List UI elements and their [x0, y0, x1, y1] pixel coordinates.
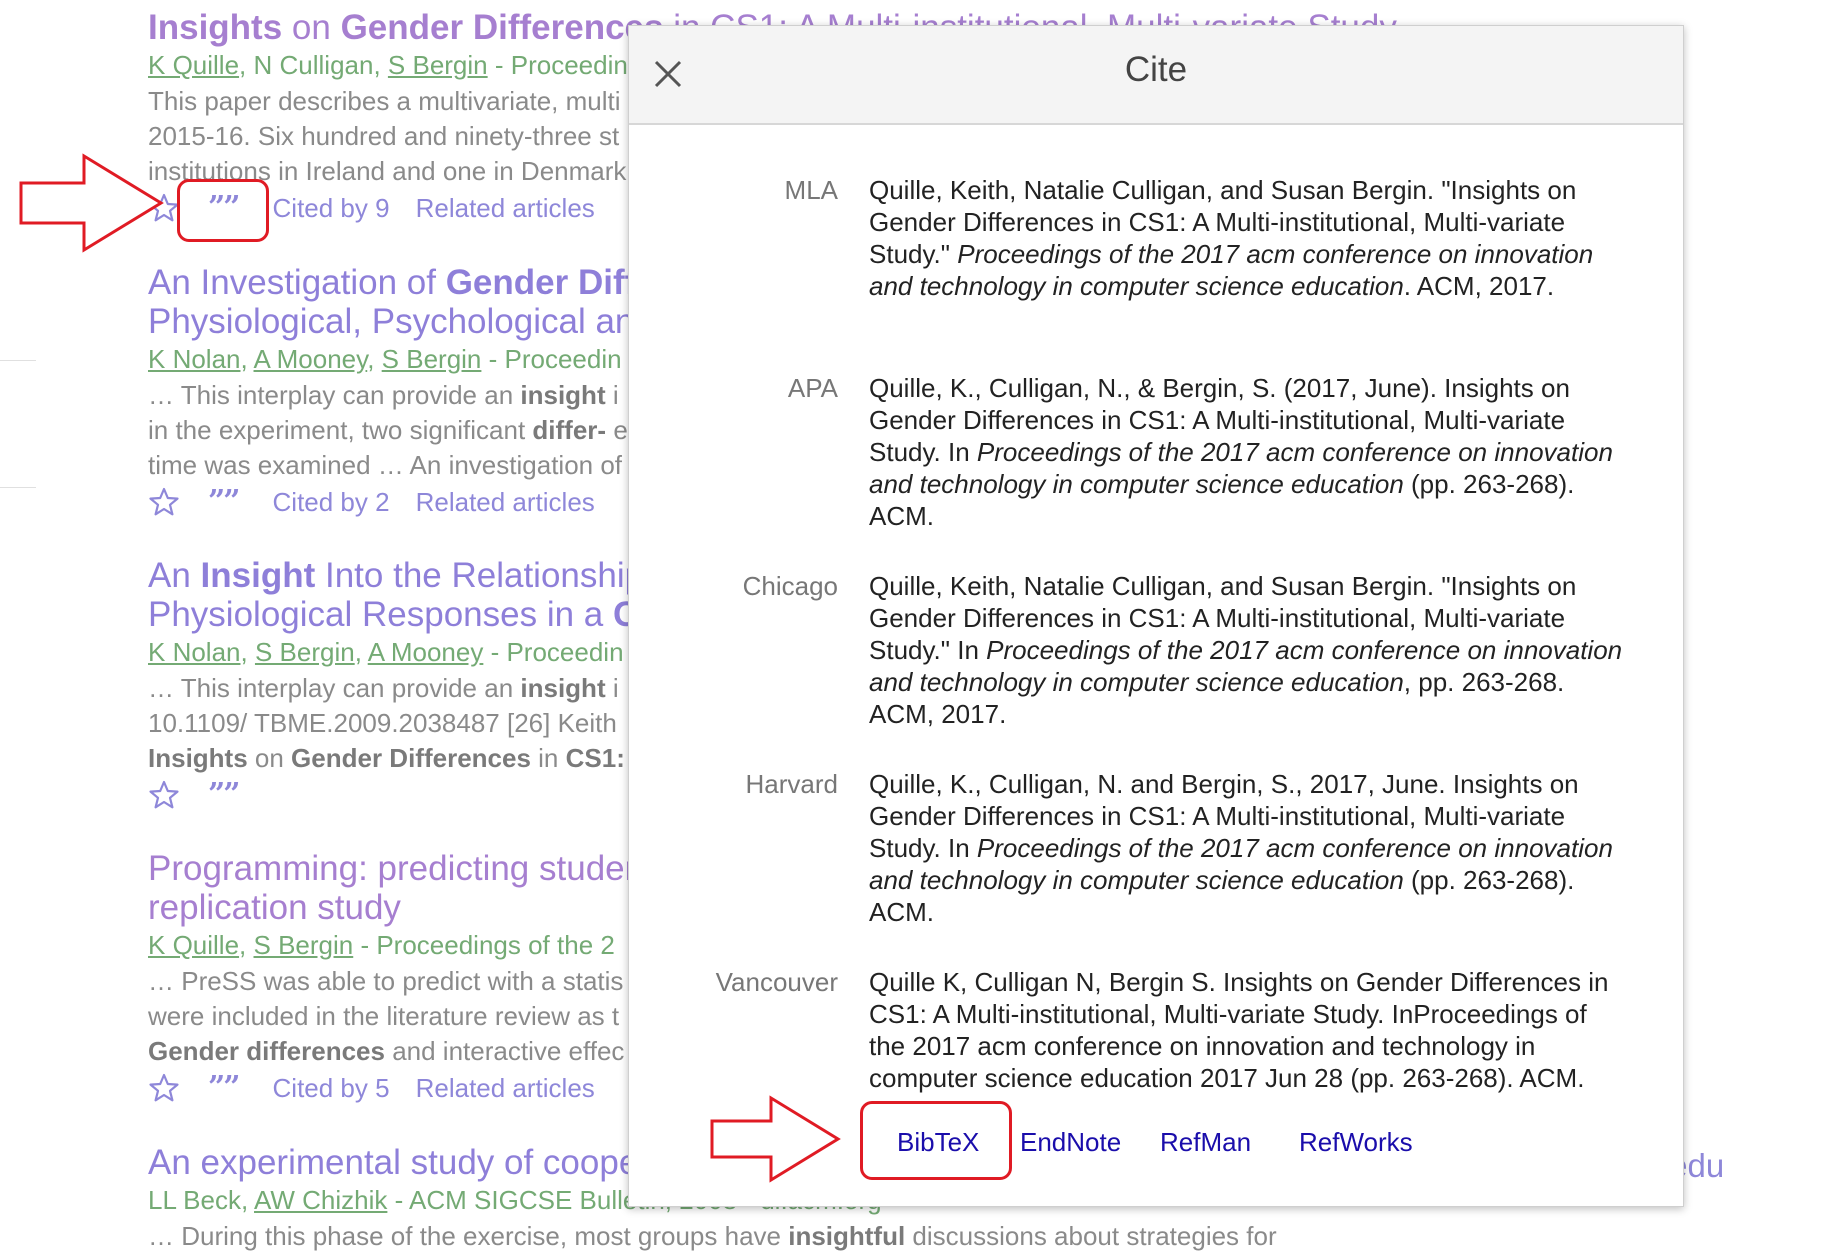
- author-link[interactable]: K Nolan: [148, 344, 241, 374]
- author-link[interactable]: K Nolan: [148, 637, 241, 667]
- star-icon[interactable]: [148, 486, 182, 518]
- author-text: ,: [239, 50, 254, 80]
- export-endnote-link[interactable]: EndNote: [1020, 1126, 1121, 1158]
- author-link[interactable]: K Quille: [148, 930, 239, 960]
- author-link[interactable]: A Mooney: [254, 344, 368, 374]
- cite-quote-icon[interactable]: ””: [208, 1072, 240, 1104]
- cited-by-link[interactable]: Cited by 2: [273, 486, 390, 518]
- citation-format-label: Chicago: [742, 571, 838, 601]
- related-articles-link[interactable]: Related articles: [416, 1072, 595, 1104]
- result-snippet: … During this phase of the exercise, mos…: [148, 1221, 1277, 1251]
- red-arrow-annotation: [19, 153, 164, 253]
- citation-format-label: MLA: [784, 175, 838, 205]
- citation-text[interactable]: Quille K, Culligan N, Bergin S. Insights…: [869, 966, 1629, 1094]
- citation-text[interactable]: Quille, Keith, Natalie Culligan, and Sus…: [869, 570, 1629, 730]
- citation-format-label: Harvard: [745, 769, 838, 799]
- author-link[interactable]: AW Chizhik: [254, 1185, 387, 1215]
- author-text: ,: [239, 930, 254, 960]
- highlight-box-cite-icon: [177, 179, 269, 242]
- dialog-title: Cite: [1124, 50, 1188, 89]
- divider: [0, 487, 36, 488]
- author-link[interactable]: A Mooney: [368, 637, 484, 667]
- red-arrow-annotation: [710, 1095, 841, 1183]
- author-link[interactable]: K Quille: [148, 50, 239, 80]
- author-text: ,: [240, 1185, 254, 1215]
- highlight-box-bibtex: [860, 1101, 1012, 1180]
- citation-text[interactable]: Quille, K., Culligan, N. and Bergin, S.,…: [869, 768, 1629, 928]
- author-text: ,: [367, 344, 382, 374]
- cited-by-link[interactable]: Cited by 9: [273, 192, 390, 224]
- author-text: - Proceedin: [481, 344, 622, 374]
- citation-format-label: Vancouver: [715, 967, 838, 997]
- related-articles-link[interactable]: Related articles: [416, 192, 595, 224]
- cite-dialog-header: Cite: [629, 26, 1683, 125]
- related-articles-link[interactable]: Related articles: [416, 486, 595, 518]
- star-icon[interactable]: [148, 779, 182, 811]
- author-text: ,: [373, 50, 388, 80]
- author-link[interactable]: S Bergin: [255, 637, 355, 667]
- citation-text[interactable]: Quille, Keith, Natalie Culligan, and Sus…: [869, 174, 1629, 302]
- cited-by-link[interactable]: Cited by 5: [273, 1072, 390, 1104]
- cite-dialog: Cite MLA Quille, Keith, Natalie Culligan…: [628, 25, 1684, 1207]
- author-text: LL Beck: [148, 1185, 241, 1215]
- author-text: - Proceedin: [483, 637, 624, 667]
- author-link[interactable]: S Bergin: [382, 344, 482, 374]
- citation-format-label: APA: [787, 373, 838, 403]
- author-text: - Proceedings of the 2: [353, 930, 615, 960]
- cite-quote-icon[interactable]: ””: [208, 779, 240, 811]
- export-refworks-link[interactable]: RefWorks: [1299, 1126, 1413, 1158]
- author-text: ,: [240, 637, 255, 667]
- export-refman-link[interactable]: RefMan: [1160, 1126, 1251, 1158]
- author-text: ,: [240, 344, 254, 374]
- author-text: N Culligan: [253, 50, 374, 80]
- author-link[interactable]: S Bergin: [388, 50, 488, 80]
- divider: [0, 360, 36, 361]
- star-icon[interactable]: [148, 1072, 182, 1104]
- author-link[interactable]: S Bergin: [254, 930, 354, 960]
- citation-text[interactable]: Quille, K., Culligan, N., & Bergin, S. (…: [869, 372, 1629, 532]
- author-text: ,: [354, 637, 368, 667]
- cite-quote-icon[interactable]: ””: [208, 486, 240, 518]
